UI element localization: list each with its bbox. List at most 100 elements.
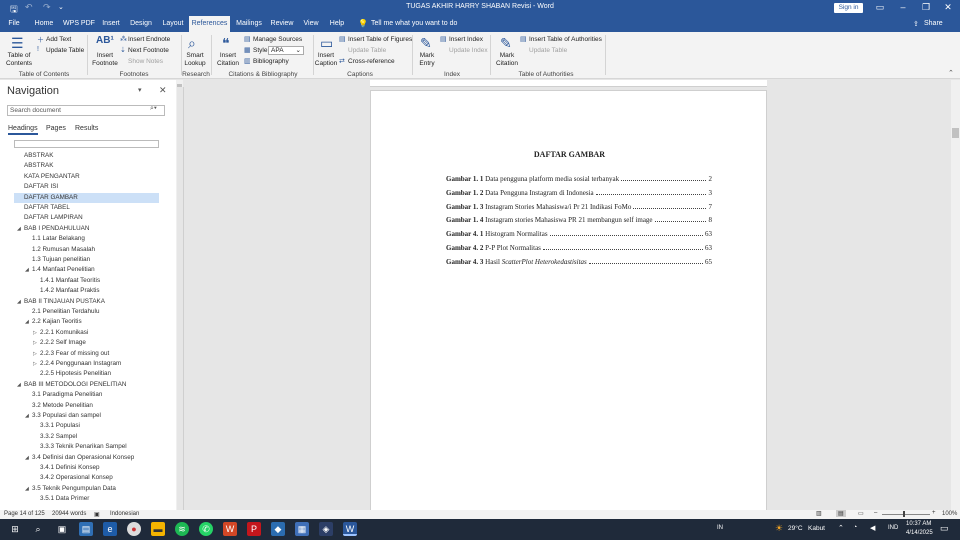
heading-item[interactable]: 1.4.1 Manfaat Teoritis — [14, 276, 159, 286]
heading-item[interactable]: ◢ 1.4 Manfaat Penelitian — [14, 265, 159, 275]
word-icon[interactable]: W — [343, 522, 357, 536]
heading-item[interactable]: ◢ BAB II TINJAUAN PUSTAKA — [14, 297, 159, 307]
close-icon[interactable]: ✕ — [938, 2, 958, 13]
update-table-authorities-button[interactable]: Update Table — [529, 47, 567, 54]
figure-entry[interactable]: Gambar 1. 1 Data pengguna platform media… — [446, 173, 712, 183]
pdf-icon[interactable]: P — [247, 522, 261, 536]
figure-entry[interactable]: Gambar 1. 2 Data Pengguna Instagram di I… — [446, 187, 712, 197]
heading-item[interactable]: 3.3.3 Teknik Penarikan Sampel — [14, 442, 159, 452]
app-icon[interactable]: ◆ — [271, 522, 285, 536]
document-scrollbar[interactable] — [951, 80, 960, 510]
heading-item[interactable]: DAFTAR GAMBAR — [14, 192, 159, 203]
tab-wps-pdf[interactable]: WPS PDF — [62, 16, 96, 32]
read-mode-icon[interactable]: ▥ — [816, 510, 822, 517]
figure-entry[interactable]: Gambar 4. 2 P-P Plot Normalitas 63 — [446, 242, 712, 252]
heading-item[interactable]: 1.1 Latar Belakang — [14, 234, 159, 244]
tab-mailings[interactable]: Mailings — [235, 16, 263, 32]
heading-item[interactable]: KATA PENGANTAR — [14, 172, 159, 182]
expand-toggle-icon[interactable]: ◢ — [17, 380, 24, 390]
expand-toggle-icon[interactable]: ◢ — [25, 265, 32, 275]
figure-entry[interactable]: Gambar 4. 1 Histogram Normalitas 63 — [446, 228, 712, 238]
heading-item[interactable]: DAFTAR TABEL — [14, 203, 159, 213]
heading-item[interactable]: DAFTAR LAMPIRAN — [14, 213, 159, 223]
heading-item[interactable]: ◢ 2.2 Kajian Teoritis — [14, 317, 159, 327]
zoom-slider-thumb[interactable] — [903, 511, 905, 517]
expand-toggle-icon[interactable]: ▷ — [33, 338, 40, 348]
share-button[interactable]: Share — [924, 16, 943, 32]
heading-item[interactable]: ◢ BAB III METODOLOGI PENELITIAN — [14, 380, 159, 390]
temperature[interactable]: 29°C — [788, 525, 803, 532]
expand-toggle-icon[interactable]: ▷ — [33, 359, 40, 369]
heading-placeholder-field[interactable] — [14, 140, 159, 148]
expand-toggle-icon[interactable]: ▷ — [33, 328, 40, 338]
next-footnote-button[interactable]: Next Footnote — [128, 47, 169, 54]
expand-toggle-icon[interactable]: ◢ — [25, 453, 32, 463]
tab-results[interactable]: Results — [75, 125, 98, 132]
citation-style-select[interactable]: APA ⌄ — [268, 46, 304, 55]
insert-index-button[interactable]: Insert Index — [449, 36, 483, 43]
tab-help[interactable]: Help — [327, 16, 347, 32]
expand-toggle-icon[interactable]: ◢ — [17, 297, 24, 307]
heading-item[interactable]: DAFTAR ISI — [14, 182, 159, 192]
tab-headings[interactable]: Headings — [8, 125, 38, 135]
expand-toggle-icon[interactable]: ◢ — [25, 484, 32, 494]
tab-layout[interactable]: Layout — [160, 16, 186, 32]
network-icon[interactable]: ◔ — [853, 524, 857, 531]
heading-item[interactable]: ABSTRAK — [14, 161, 159, 171]
expand-toggle-icon[interactable]: ◢ — [25, 317, 32, 327]
tab-file[interactable]: File — [4, 16, 24, 32]
spotify-icon[interactable]: ≋ — [175, 522, 189, 536]
heading-item[interactable]: 2.2.5 Hipotesis Penelitian — [14, 369, 159, 379]
expand-toggle-icon[interactable]: ◢ — [17, 224, 24, 234]
insert-table-of-figures-button[interactable]: Insert Table of Figures — [348, 36, 412, 43]
update-table-figures-button[interactable]: Update Table — [348, 47, 386, 54]
figure-entry[interactable]: Gambar 1. 4 Instagram stories Mahasiswa … — [446, 214, 712, 224]
close-icon[interactable]: ✕ — [159, 85, 167, 96]
bibliography-button[interactable]: Bibliography — [253, 58, 289, 65]
heading-item[interactable]: 1.3 Tujuan penelitian — [14, 255, 159, 265]
language-indicator[interactable]: IND — [888, 525, 898, 531]
chrome-icon[interactable]: ● — [127, 522, 141, 536]
search-input[interactable]: Search document — [7, 105, 165, 116]
heading-item[interactable]: ▷ 2.2.3 Fear of missing out — [14, 349, 159, 359]
clock-date[interactable]: 4/14/2025 — [906, 530, 933, 536]
cross-reference-button[interactable]: Cross-reference — [348, 58, 395, 65]
document-page[interactable]: DAFTAR GAMBAR Gambar 1. 1 Data pengguna … — [370, 90, 767, 530]
heading-item[interactable]: 3.3.2 Sampel — [14, 432, 159, 442]
heading-item[interactable]: 1.4.2 Manfaat Praktis — [14, 286, 159, 296]
zoom-out-icon[interactable]: – — [874, 510, 877, 516]
heading-item[interactable]: 3.4.2 Operasional Konsep — [14, 473, 159, 483]
expand-toggle-icon[interactable]: ◢ — [25, 411, 32, 421]
heading-item[interactable]: ABSTRAK — [14, 151, 159, 161]
sign-in-button[interactable]: Sign in — [834, 3, 863, 13]
expand-toggle-icon[interactable]: ▷ — [33, 349, 40, 359]
file-explorer-icon[interactable]: ▬ — [151, 522, 165, 536]
print-layout-icon[interactable]: ▤ — [836, 510, 846, 517]
input-indicator[interactable]: IN — [717, 525, 723, 531]
chevron-down-icon[interactable]: ▾ — [138, 86, 142, 94]
zoom-slider[interactable] — [882, 514, 930, 515]
page-count[interactable]: Page 14 of 125 — [4, 511, 45, 517]
smart-lookup-button[interactable]: Smart Lookup — [182, 52, 208, 67]
heading-item[interactable]: 3.1 Paradigma Penelitian — [14, 390, 159, 400]
heading-item[interactable]: 2.1 Penelitian Terdahulu — [14, 307, 159, 317]
figure-entry[interactable]: Gambar 1. 3 Instagram Stories Mahasiswa/… — [446, 201, 712, 211]
show-notes-button[interactable]: Show Notes — [128, 58, 163, 65]
heading-item[interactable]: 1.2 Rumusan Masalah — [14, 245, 159, 255]
collapse-ribbon-icon[interactable]: ⌃ — [948, 69, 954, 77]
insert-citation-button[interactable]: Insert Citation — [213, 52, 243, 67]
heading-item[interactable]: ▷ 2.2.4 Penggunaan Instagram — [14, 359, 159, 369]
heading-item[interactable]: ◢ 3.3 Populasi dan sampel — [14, 411, 159, 421]
app-icon[interactable]: ◈ — [319, 522, 333, 536]
document-scroll-thumb[interactable] — [952, 128, 959, 138]
insert-table-of-authorities-button[interactable]: Insert Table of Authorities — [529, 36, 602, 43]
zoom-level[interactable]: 100% — [942, 511, 957, 517]
heading-item[interactable]: 3.2 Metode Penelitian — [14, 401, 159, 411]
mark-citation-button[interactable]: Mark Citation — [494, 52, 520, 67]
tab-insert[interactable]: Insert — [100, 16, 122, 32]
manage-sources-button[interactable]: Manage Sources — [253, 36, 302, 43]
windows-start-icon[interactable]: ⊞ — [8, 522, 22, 536]
insert-caption-button[interactable]: Insert Caption — [314, 52, 338, 67]
heading-item[interactable]: ▷ 2.2.1 Komunikasi — [14, 328, 159, 338]
table-of-contents-button[interactable]: Table of Contents — [2, 52, 36, 67]
